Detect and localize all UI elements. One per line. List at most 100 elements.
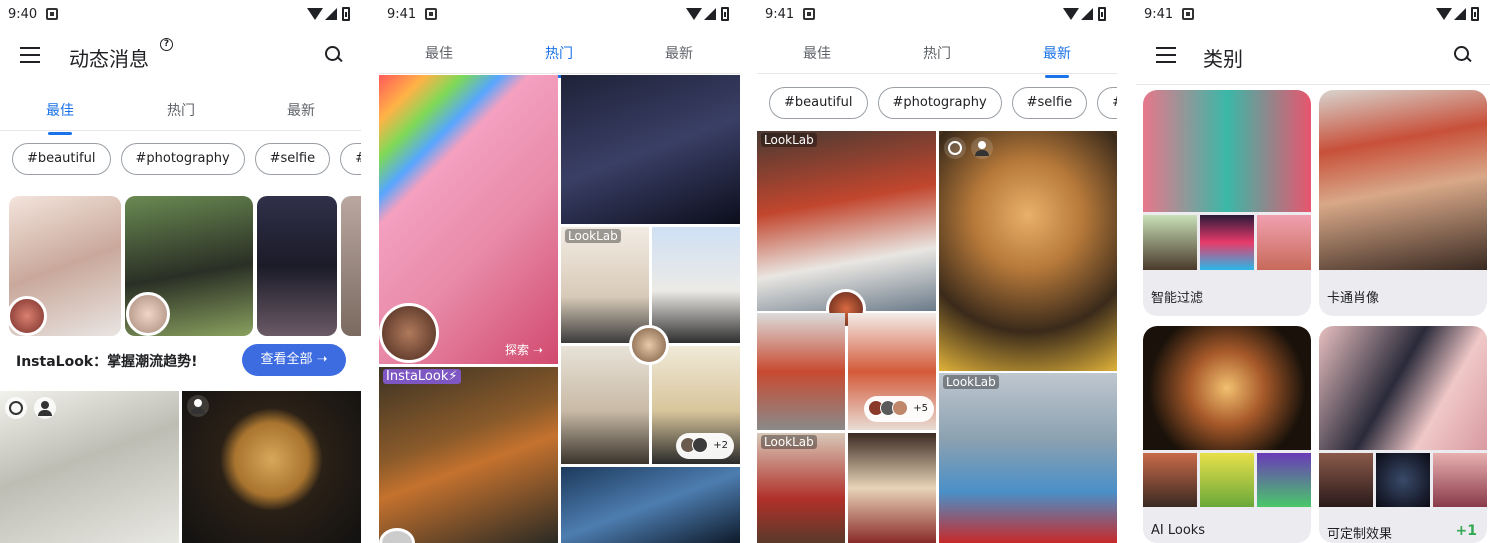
system-icons (686, 7, 732, 21)
category-label: AI Looks (1151, 523, 1206, 538)
tab-newest[interactable]: 最新 (1007, 43, 1107, 78)
category-thumb (1143, 215, 1197, 270)
tab-divider (0, 130, 361, 131)
heart-line-photo[interactable] (561, 75, 740, 224)
status-time: 9:41 (1144, 7, 1174, 22)
wifi-icon (1063, 8, 1079, 20)
moon-couple-photo[interactable] (182, 391, 361, 543)
status-bar: 9:41 (757, 0, 1117, 30)
mini-avatar (692, 437, 708, 453)
category-card-ai-looks[interactable]: AI Looks (1143, 326, 1311, 543)
explore-link[interactable]: 探索 ➝ (505, 341, 543, 358)
battery-icon (721, 7, 729, 21)
person-icon (187, 395, 209, 417)
tab-newest[interactable]: 最新 (251, 100, 351, 120)
menu-icon[interactable] (1156, 47, 1176, 63)
search-icon[interactable] (325, 46, 343, 64)
page-title: 动态消息 (69, 47, 149, 71)
view-all-button[interactable]: 查看全部 ➝ (242, 344, 346, 376)
feed-screen-best: 9:40 动态消息 ? 最佳 热门 最新 #beautiful #photogra… (0, 0, 361, 543)
notification-icon (1182, 8, 1194, 20)
system-icons (307, 7, 353, 21)
category-label: 卡通肖像 (1327, 291, 1380, 306)
chip-photography[interactable]: #photography (120, 143, 245, 175)
avatar (629, 325, 669, 365)
signal-icon (1454, 8, 1466, 20)
trend-photo-4[interactable] (341, 196, 361, 336)
avatar (126, 292, 170, 336)
tab-best[interactable]: 最佳 (10, 100, 110, 135)
chip-photography[interactable]: #photography (877, 87, 1002, 119)
status-bar: 9:41 (1136, 0, 1490, 30)
notification-icon (803, 8, 815, 20)
chip-selfie[interactable]: #selfie (1011, 87, 1088, 119)
tab-hot[interactable]: 热门 (509, 43, 609, 78)
sketch-portrait-photo[interactable] (0, 391, 179, 543)
category-thumb (1257, 215, 1311, 270)
hashtag-chips: #beautiful #photography #selfie # (769, 87, 1117, 119)
category-thumb (1433, 453, 1487, 507)
category-thumb (1143, 453, 1197, 507)
app-bar: 动态消息 ? (0, 34, 361, 78)
mosque-photo-3[interactable] (561, 346, 649, 464)
wifi-icon (1436, 8, 1452, 20)
notification-icon (425, 8, 437, 20)
category-thumb (1376, 453, 1430, 507)
vintage-photo-2[interactable] (848, 433, 936, 543)
curly-hair-portrait-photo[interactable]: InstaLook⚡ (379, 367, 558, 543)
app-bar: 类别 (1136, 34, 1490, 78)
chip-selfie[interactable]: #selfie (254, 143, 331, 175)
category-label: 智能过滤 (1151, 291, 1204, 306)
category-card-cartoon-portrait[interactable]: 卡通肖像 (1319, 90, 1487, 316)
brand-badge: LookLab (943, 375, 999, 389)
status-time: 9:40 (8, 7, 38, 22)
category-cover-photo (1143, 326, 1311, 450)
promo-text: InstaLook：掌握潮流趋势! (16, 354, 198, 370)
blue-portrait-photo[interactable] (561, 467, 740, 543)
man-roses-photo[interactable]: LookLab (939, 373, 1117, 543)
search-icon[interactable] (1454, 46, 1472, 64)
chip-more[interactable]: # (1097, 87, 1117, 119)
redhead-photo-2[interactable] (757, 313, 845, 430)
mosque-photo-1[interactable]: LookLab (561, 227, 649, 343)
avatar (7, 296, 47, 336)
trend-photo-3[interactable] (257, 196, 337, 336)
tab-bar: 最佳 热门 最新 (379, 33, 740, 78)
wifi-icon (307, 8, 323, 20)
tab-hot[interactable]: 热门 (131, 100, 231, 120)
chip-beautiful[interactable]: #beautiful (12, 143, 111, 175)
battery-icon (1471, 7, 1479, 21)
tab-best[interactable]: 最佳 (389, 43, 489, 63)
mosque-photo-2[interactable] (652, 227, 740, 343)
more-avatars-count[interactable]: +5 (864, 396, 934, 422)
brand-badge: LookLab (761, 435, 817, 449)
category-thumb (1200, 215, 1254, 270)
signal-icon (325, 8, 337, 20)
hashtag-chips: #beautiful #photography #selfie # (12, 143, 361, 175)
status-time: 9:41 (387, 7, 417, 22)
category-thumb (1319, 453, 1373, 507)
status-time: 9:41 (765, 7, 795, 22)
tab-hot[interactable]: 热门 (887, 43, 987, 63)
face-filter-icon (5, 397, 27, 419)
chip-more[interactable]: # (340, 143, 361, 175)
tab-best[interactable]: 最佳 (767, 43, 867, 63)
system-icons (1436, 7, 1482, 21)
chip-beautiful[interactable]: #beautiful (769, 87, 868, 119)
page-title: 类别 (1203, 47, 1243, 71)
tab-bar: 最佳 热门 最新 (757, 33, 1117, 78)
menu-icon[interactable] (20, 47, 40, 63)
battery-icon (342, 7, 350, 21)
tab-bar: 最佳 热门 最新 (0, 90, 361, 135)
vintage-photo-1[interactable]: LookLab (757, 433, 845, 543)
more-avatars-count[interactable]: +2 (676, 433, 734, 459)
painted-portrait-photo[interactable] (939, 131, 1117, 371)
category-cover-photo (1319, 326, 1487, 450)
wifi-icon (686, 8, 702, 20)
redhead-truck-photo[interactable]: LookLab (757, 131, 936, 311)
tab-newest[interactable]: 最新 (629, 43, 729, 63)
category-card-custom-effects[interactable]: 可定制效果 +1 (1319, 326, 1487, 543)
help-icon[interactable]: ? (160, 38, 173, 51)
person-icon (34, 397, 56, 419)
category-card-smart-filter[interactable]: 智能过滤 (1143, 90, 1311, 316)
